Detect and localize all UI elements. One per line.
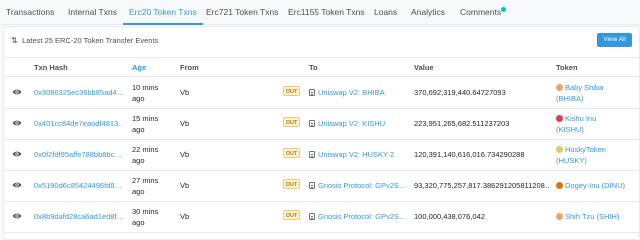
- view-all-button[interactable]: View All: [597, 33, 632, 47]
- tab-comments[interactable]: Comments: [460, 0, 501, 25]
- age-line2: ago: [132, 218, 145, 227]
- new-comments-dot-icon: [501, 7, 506, 12]
- txn-hash-link[interactable]: 0x401cc84de7eaodf4813…: [34, 119, 124, 128]
- from-address[interactable]: Vb: [180, 181, 189, 190]
- contract-icon: [309, 89, 315, 96]
- direction-badge: OUT: [283, 179, 300, 189]
- eye-icon[interactable]: [12, 211, 22, 221]
- token-logo-icon: [556, 146, 563, 153]
- token-symbol[interactable]: (BHIBA): [556, 94, 584, 103]
- from-address[interactable]: Vb: [180, 150, 189, 159]
- to-address-label: Gnosis Protocol: GPv2S…: [318, 181, 407, 190]
- token-name: Baby Shiba: [565, 83, 604, 92]
- token-link[interactable]: Shih Tzu (SHIH): [556, 212, 638, 221]
- to-address-link[interactable]: Gnosis Protocol: GPv2S…: [309, 212, 407, 221]
- to-address-label: Uniswap V2: HUSKY 2: [318, 150, 395, 159]
- token-symbol[interactable]: (HUSKY): [556, 156, 587, 165]
- to-address-label: Uniswap V2: KISHU: [318, 119, 386, 128]
- token-link[interactable]: Dogey-Inu (DINU): [556, 181, 638, 190]
- tab-erc1155-token-txns[interactable]: Erc1155 Token Txns: [288, 0, 365, 25]
- contract-icon: [309, 120, 315, 127]
- from-address[interactable]: Vb: [180, 212, 189, 221]
- tab-bar: Transactions Internal Txns Erc20 Token T…: [0, 0, 640, 25]
- to-address-link[interactable]: Uniswap V2: BHIBA: [309, 88, 407, 97]
- transfer-value: 370,692,319,440.64727093: [414, 88, 506, 97]
- contract-icon: [309, 182, 315, 189]
- token-name: Dogey-Inu (DINU): [565, 181, 626, 190]
- token-logo-icon: [556, 213, 563, 220]
- tab-analytics[interactable]: Analytics: [411, 0, 445, 25]
- contract-icon: [309, 151, 315, 158]
- sort-amount-icon: ⇅: [11, 36, 18, 45]
- direction-badge: OUT: [283, 86, 300, 96]
- txn-hash-link[interactable]: 0x0f2fdf95affe788bb8bc…: [34, 150, 124, 159]
- to-address-link[interactable]: Uniswap V2: HUSKY 2: [309, 150, 407, 159]
- tab-transactions[interactable]: Transactions: [6, 0, 54, 25]
- transfer-value: 93,320,775,257,817.386291205811208…: [414, 181, 551, 190]
- summary-text: Latest 25 ERC-20 Token Transfer Events: [22, 36, 159, 45]
- to-address-link[interactable]: Uniswap V2: KISHU: [309, 119, 407, 128]
- transfer-value: 120,391,140,616,016.734290288: [414, 150, 525, 159]
- to-address-link[interactable]: Gnosis Protocol: GPv2S…: [309, 181, 407, 190]
- to-address-label: Uniswap V2: BHIBA: [318, 88, 385, 97]
- tab-internal-txns[interactable]: Internal Txns: [68, 0, 117, 25]
- token-link[interactable]: HuskyToken: [556, 145, 638, 154]
- transfer-value: 100,000,438,076,042: [414, 212, 485, 221]
- token-name: Shih Tzu (SHIH): [565, 212, 620, 221]
- from-address[interactable]: Vb: [180, 119, 189, 128]
- age-line1: 15 mins: [132, 114, 159, 123]
- token-link[interactable]: Kishu Inu: [556, 114, 638, 123]
- token-link[interactable]: Baby Shiba: [556, 83, 638, 92]
- token-transfers-card: ⇅ Latest 25 ERC-20 Token Transfer Events…: [3, 26, 640, 240]
- token-symbol[interactable]: (KISHU): [556, 125, 584, 134]
- token-logo-icon: [556, 115, 563, 122]
- eye-icon[interactable]: [12, 118, 22, 128]
- eye-icon[interactable]: [12, 87, 22, 97]
- header-token: Token: [556, 63, 578, 72]
- token-logo-icon: [556, 84, 563, 91]
- age-line2: ago: [132, 156, 145, 165]
- to-address-label: Gnosis Protocol: GPv2S…: [318, 212, 407, 221]
- txn-hash-link[interactable]: 0x3086325ec36bb85ad4…: [34, 88, 124, 97]
- table-header: Txn Hash Age From To Value Token: [4, 57, 639, 77]
- contract-icon: [309, 213, 315, 220]
- tab-loans[interactable]: Loans: [374, 0, 397, 25]
- tab-erc20-token-txns[interactable]: Erc20 Token Txns: [123, 0, 203, 25]
- age-line1: 30 mins: [132, 207, 159, 216]
- age-line2: ago: [132, 94, 145, 103]
- direction-badge: OUT: [283, 210, 300, 220]
- header-age[interactable]: Age: [132, 58, 146, 78]
- table-row: 0x5190d6c85424496fd8… 27 mins ago Vb OUT Gnos…: [4, 171, 639, 202]
- header-from: From: [180, 63, 199, 72]
- header-txn-hash: Txn Hash: [34, 63, 68, 72]
- token-name: Kishu Inu: [565, 114, 597, 123]
- txn-hash-link[interactable]: 0x5190d6c85424496fd8…: [34, 181, 124, 190]
- age-line2: ago: [132, 187, 145, 196]
- summary: ⇅ Latest 25 ERC-20 Token Transfer Events: [11, 36, 158, 45]
- header-value: Value: [414, 63, 434, 72]
- table-row: 0x0f2fdf95affe788bb8bc… 22 mins ago Vb OUT Un…: [4, 140, 639, 171]
- token-name: HuskyToken: [565, 145, 606, 154]
- token-logo-icon: [556, 182, 563, 189]
- from-address[interactable]: Vb: [180, 88, 189, 97]
- eye-icon[interactable]: [12, 180, 22, 190]
- age-line1: 10 mins: [132, 83, 159, 92]
- transfer-value: 223,951,265,682.511237203: [414, 119, 510, 128]
- direction-badge: OUT: [283, 117, 300, 127]
- eye-icon[interactable]: [12, 149, 22, 159]
- txn-hash-link[interactable]: 0x8b9dafd28ca6ad1ed8f…: [34, 212, 124, 221]
- table-row: 0x8b9dafd28ca6ad1ed8f… 30 mins ago Vb OUT Gno…: [4, 202, 639, 233]
- table-row: 0x401cc84de7eaodf4813… 15 mins ago Vb OUT Uni…: [4, 109, 639, 140]
- header-to: To: [309, 63, 318, 72]
- age-line2: ago: [132, 125, 145, 134]
- age-line1: 27 mins: [132, 176, 159, 185]
- direction-badge: OUT: [283, 148, 300, 158]
- table-row: 0x3086325ec36bb85ad4… 10 mins ago Vb OUT Unis…: [4, 78, 639, 109]
- tab-erc721-token-txns[interactable]: Erc721 Token Txns: [206, 0, 278, 25]
- age-line1: 22 mins: [132, 145, 159, 154]
